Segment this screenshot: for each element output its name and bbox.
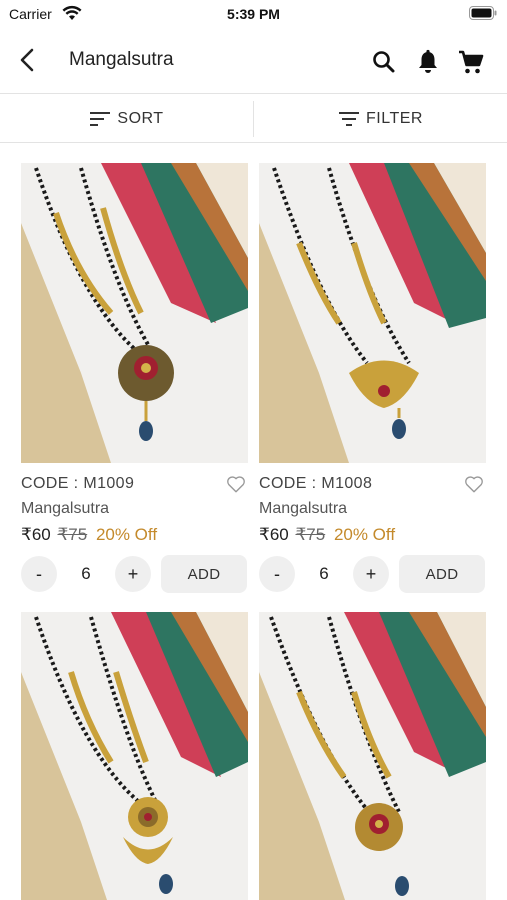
price-row: ₹60 ₹75 20% Off xyxy=(259,525,395,545)
qty-decrement-button[interactable]: - xyxy=(259,556,295,592)
price-discount: 20% Off xyxy=(333,525,396,544)
heart-icon[interactable] xyxy=(225,473,247,495)
cart-icon xyxy=(459,50,484,74)
status-bar: Carrier 5:39 PM xyxy=(0,0,507,28)
status-time: 5:39 PM xyxy=(227,6,280,22)
sort-label: SORT xyxy=(117,110,164,127)
product-image[interactable] xyxy=(259,163,486,463)
price-discount: 20% Off xyxy=(95,525,158,544)
qty-increment-button[interactable]: + xyxy=(353,556,389,592)
product-card[interactable]: CODE : M1009 Mangalsutra ₹60 ₹75 20% Off… xyxy=(21,163,249,595)
qty-value: 6 xyxy=(319,564,329,583)
add-to-cart-button[interactable]: ADD xyxy=(399,555,485,593)
product-category: Mangalsutra xyxy=(21,500,110,517)
product-code: CODE : M1008 xyxy=(259,475,373,492)
back-icon xyxy=(20,48,34,72)
price-current: ₹60 xyxy=(21,525,51,544)
notifications-button[interactable] xyxy=(414,48,442,76)
sort-filter-bar: SORT FILTER xyxy=(0,95,507,143)
sort-icon xyxy=(90,112,111,126)
product-image[interactable] xyxy=(259,612,486,900)
product-image[interactable] xyxy=(21,612,248,900)
cart-button[interactable] xyxy=(456,47,486,77)
price-current: ₹60 xyxy=(259,525,289,544)
price-row: ₹60 ₹75 20% Off xyxy=(21,525,157,545)
app-header: Mangalsutra xyxy=(0,28,507,94)
quantity-stepper: - 6 + ADD xyxy=(21,555,249,593)
bell-icon xyxy=(419,49,437,73)
battery-icon xyxy=(469,6,497,20)
qty-decrement-button[interactable]: - xyxy=(21,556,57,592)
product-image[interactable] xyxy=(21,163,248,463)
page-title: Mangalsutra xyxy=(69,49,174,70)
qty-value: 6 xyxy=(81,564,91,583)
price-mrp: ₹75 xyxy=(295,525,326,544)
add-to-cart-button[interactable]: ADD xyxy=(161,555,247,593)
price-mrp: ₹75 xyxy=(57,525,88,544)
filter-label: FILTER xyxy=(366,110,423,127)
product-card[interactable] xyxy=(21,612,249,900)
sort-button[interactable]: SORT xyxy=(0,95,253,143)
filter-icon xyxy=(339,112,360,126)
product-card[interactable] xyxy=(259,612,487,900)
search-icon xyxy=(373,51,395,73)
qty-increment-button[interactable]: + xyxy=(115,556,151,592)
back-button[interactable] xyxy=(12,44,44,76)
product-card[interactable]: CODE : M1008 Mangalsutra ₹60 ₹75 20% Off… xyxy=(259,163,487,595)
product-category: Mangalsutra xyxy=(259,500,348,517)
search-button[interactable] xyxy=(370,48,398,76)
filter-button[interactable]: FILTER xyxy=(254,95,507,143)
heart-icon[interactable] xyxy=(463,473,485,495)
product-code: CODE : M1009 xyxy=(21,475,135,492)
quantity-stepper: - 6 + ADD xyxy=(259,555,487,593)
